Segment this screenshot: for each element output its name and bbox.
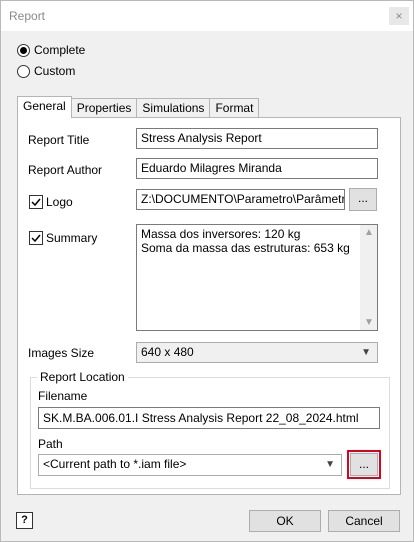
logo-path-input[interactable]: Z:\DOCUMENTO\Parametro\Parâmetros\Dados: [136, 189, 345, 210]
tab-format[interactable]: Format: [209, 98, 260, 118]
radio-custom[interactable]: Custom: [17, 64, 75, 78]
ok-button[interactable]: OK: [249, 510, 321, 532]
cancel-button[interactable]: Cancel: [328, 510, 400, 532]
scroll-down-icon[interactable]: ▼: [364, 317, 374, 328]
radio-complete[interactable]: Complete: [17, 43, 85, 57]
summary-scrollbar[interactable]: ▲ ▼: [360, 225, 377, 330]
tab-strip: General Properties Simulations Format: [17, 96, 260, 118]
report-author-label: Report Author: [28, 163, 103, 177]
scroll-up-icon[interactable]: ▲: [364, 227, 374, 238]
images-size-value: 640 x 480: [141, 345, 194, 359]
checkbox-box: [29, 231, 43, 245]
close-button[interactable]: ×: [389, 7, 409, 25]
window-title: Report: [9, 9, 46, 23]
report-location-group: Report Location Filename SK.M.BA.006.01.…: [30, 370, 390, 489]
images-size-select[interactable]: 640 x 480 ▼: [136, 342, 378, 363]
path-label: Path: [38, 437, 63, 451]
report-title-label: Report Title: [28, 133, 90, 147]
report-author-input[interactable]: Eduardo Milagres Miranda: [136, 158, 378, 179]
logo-label: Logo: [46, 195, 73, 209]
title-bar: Report ×: [1, 1, 413, 31]
report-title-input[interactable]: Stress Analysis Report: [136, 128, 378, 149]
tab-properties[interactable]: Properties: [70, 98, 138, 118]
summary-label: Summary: [46, 231, 98, 245]
filename-input[interactable]: SK.M.BA.006.01.I Stress Analysis Report …: [38, 407, 380, 429]
radio-selected-indicator: [17, 43, 30, 57]
path-select[interactable]: <Current path to *.iam file> ▼: [38, 454, 342, 476]
summary-line: Soma da massa das estruturas: 653 kg: [141, 241, 350, 255]
radio-complete-label: Complete: [34, 43, 86, 57]
radio-unselected-indicator: [17, 64, 30, 78]
logo-checkbox[interactable]: Logo: [29, 195, 73, 209]
report-location-legend: Report Location: [37, 370, 128, 384]
filename-label: Filename: [38, 389, 88, 403]
help-icon[interactable]: ?: [16, 512, 33, 529]
chevron-down-icon: ▼: [325, 459, 335, 470]
tab-general[interactable]: General: [17, 96, 72, 118]
general-tab-panel: Report Title Stress Analysis Report Repo…: [17, 117, 401, 495]
images-size-label: Images Size: [28, 346, 95, 360]
report-dialog: Report × Complete Custom General Propert…: [0, 0, 414, 542]
path-browse-button[interactable]: ...: [347, 450, 381, 479]
checkbox-box: [29, 195, 43, 209]
summary-textarea[interactable]: Massa dos inversores: 120 kg Soma da mas…: [136, 224, 378, 331]
path-value: <Current path to *.iam file>: [43, 457, 187, 471]
chevron-down-icon: ▼: [361, 347, 371, 358]
tab-simulations[interactable]: Simulations: [136, 98, 211, 118]
summary-line: Massa dos inversores: 120 kg: [141, 227, 301, 241]
radio-custom-label: Custom: [34, 64, 76, 78]
logo-browse-button[interactable]: ...: [349, 188, 377, 211]
summary-checkbox[interactable]: Summary: [29, 231, 97, 245]
